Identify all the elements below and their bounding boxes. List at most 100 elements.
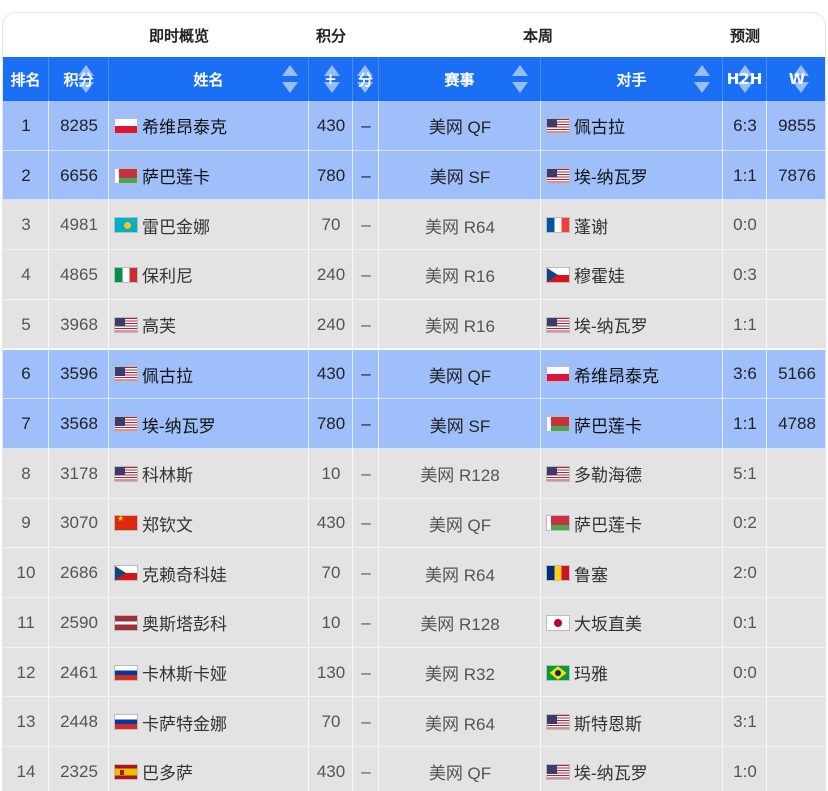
rankings-table: 即时概览 积分 本周 预测 排名 积分 姓名 + 分 赛事 对手 H2H W 1… bbox=[2, 12, 826, 791]
column-header-h2h[interactable]: H2H bbox=[723, 57, 767, 101]
cell-name: 高芙 bbox=[109, 300, 309, 350]
cell-sub: – bbox=[361, 513, 371, 533]
table-row[interactable]: 5 3968 高芙 240– 美网 R16 埃-纳瓦罗 1:1 bbox=[3, 299, 825, 350]
column-header-points[interactable]: 积分 bbox=[49, 57, 109, 101]
cell-opponent: 埃-纳瓦罗 bbox=[541, 747, 723, 791]
table-row[interactable]: 2 6656 萨巴莲卡 780– 美网 SF 埃-纳瓦罗 1:1 7876 bbox=[3, 150, 825, 201]
column-header-name[interactable]: 姓名 bbox=[109, 57, 309, 101]
player-name[interactable]: 高芙 bbox=[142, 312, 176, 337]
cell-w bbox=[767, 548, 825, 598]
cell-h2h: 0:1 bbox=[733, 612, 757, 632]
table-row[interactable]: 7 3568 埃-纳瓦罗 780– 美网 SF 萨巴莲卡 1:1 4788 bbox=[3, 399, 825, 449]
group-header-forecast: 预测 bbox=[729, 26, 760, 45]
cn-flag-icon bbox=[114, 515, 138, 532]
player-name[interactable]: 萨巴莲卡 bbox=[142, 163, 210, 188]
cell-w bbox=[767, 449, 825, 499]
table-row[interactable]: 9 3070 郑钦文 430– 美网 QF 萨巴莲卡 0:2 bbox=[3, 498, 825, 549]
us-flag-icon bbox=[114, 416, 138, 433]
table-row[interactable]: 4 4865 保利尼 240– 美网 R16 穆霍娃 0:3 bbox=[3, 250, 825, 300]
cell-change: 10 bbox=[321, 612, 341, 632]
cell-opponent: 萨巴莲卡 bbox=[541, 499, 723, 549]
sort-arrows-icon[interactable] bbox=[282, 63, 298, 95]
cell-opponent: 穆霍娃 bbox=[541, 250, 723, 300]
opponent-name: 多勒海德 bbox=[574, 466, 642, 486]
player-name[interactable]: 佩古拉 bbox=[142, 362, 193, 387]
cell-name: 希维昂泰克 bbox=[109, 101, 309, 151]
cell-name: 克赖奇科娃 bbox=[109, 548, 309, 598]
cell-change: 70 bbox=[321, 712, 341, 732]
sort-arrows-icon[interactable] bbox=[694, 63, 710, 95]
cell-sub: – bbox=[361, 264, 371, 284]
player-name[interactable]: 科林斯 bbox=[142, 461, 193, 486]
cell-sub: – bbox=[361, 463, 371, 483]
opponent-name: 萨巴莲卡 bbox=[574, 515, 642, 535]
us-flag-icon bbox=[114, 316, 138, 333]
cell-h2h: 2:0 bbox=[733, 563, 757, 583]
cell-change: 430 bbox=[316, 761, 346, 781]
cell-change: 70 bbox=[321, 563, 341, 583]
cell-name: 科林斯 bbox=[109, 449, 309, 499]
cell-rank: 10 bbox=[16, 563, 36, 583]
group-header-points: 积分 bbox=[315, 26, 346, 45]
cell-opponent: 斯特恩斯 bbox=[541, 697, 723, 747]
player-name[interactable]: 卡林斯卡娅 bbox=[142, 660, 227, 685]
table-row[interactable]: 14 2325 巴多萨 430– 美网 QF 埃-纳瓦罗 1:0 bbox=[3, 747, 825, 791]
cell-points: 2325 bbox=[60, 761, 98, 781]
cell-rank: 3 bbox=[21, 215, 31, 235]
cell-opponent: 埃-纳瓦罗 bbox=[541, 300, 723, 350]
player-name[interactable]: 奥斯塔彭科 bbox=[142, 610, 227, 635]
pl-flag-icon bbox=[546, 366, 570, 383]
cell-change: 780 bbox=[316, 414, 346, 434]
cell-w: 7876 bbox=[778, 165, 816, 185]
player-name[interactable]: 雷巴金娜 bbox=[142, 213, 210, 238]
cell-h2h: 3:6 bbox=[733, 364, 757, 384]
us-flag-icon bbox=[546, 465, 570, 482]
us-flag-icon bbox=[114, 366, 138, 383]
cell-points: 3596 bbox=[60, 364, 98, 384]
cell-w bbox=[767, 200, 825, 250]
cell-tournament: 美网 R64 bbox=[425, 565, 495, 585]
opponent-name: 斯特恩斯 bbox=[574, 714, 642, 734]
table-row[interactable]: 10 2686 克赖奇科娃 70– 美网 R64 鲁塞 2:0 bbox=[3, 548, 825, 598]
opponent-name: 埃-纳瓦罗 bbox=[574, 764, 648, 784]
column-header-opponent[interactable]: 对手 bbox=[541, 57, 723, 101]
table-row[interactable]: 1 8285 希维昂泰克 430– 美网 QF 佩古拉 6:3 9855 bbox=[3, 101, 825, 151]
sort-arrows-icon[interactable] bbox=[512, 63, 528, 95]
table-row[interactable]: 11 2590 奥斯塔彭科 10– 美网 R128 大坂直美 0:1 bbox=[3, 598, 825, 648]
player-name[interactable]: 希维昂泰克 bbox=[142, 113, 227, 138]
table-row[interactable]: 8 3178 科林斯 10– 美网 R128 多勒海德 5:1 bbox=[3, 448, 825, 499]
table-row[interactable]: 13 2448 卡萨特金娜 70– 美网 R64 斯特恩斯 3:1 bbox=[3, 697, 825, 748]
cell-rank: 4 bbox=[21, 264, 31, 284]
us-flag-icon bbox=[546, 117, 570, 134]
cell-w bbox=[767, 648, 825, 698]
player-name[interactable]: 克赖奇科娃 bbox=[142, 561, 227, 586]
by-flag-icon bbox=[546, 515, 570, 532]
group-header-overview: 即时概览 bbox=[148, 26, 209, 45]
us-flag-icon bbox=[546, 167, 570, 184]
cell-points: 3178 bbox=[60, 463, 98, 483]
cell-rank: 13 bbox=[16, 712, 36, 732]
column-header-rank[interactable]: 排名 bbox=[3, 57, 49, 101]
table-row[interactable]: 6 3596 佩古拉 430– 美网 QF 希维昂泰克 3:6 5166 bbox=[3, 349, 825, 400]
player-name[interactable]: 巴多萨 bbox=[142, 759, 193, 784]
cell-tournament: 美网 QF bbox=[428, 515, 492, 535]
opponent-name: 大坂直美 bbox=[574, 615, 642, 635]
cell-rank: 14 bbox=[16, 761, 36, 781]
cell-points: 4865 bbox=[60, 264, 98, 284]
ru-flag-icon bbox=[114, 664, 138, 681]
cell-sub: – bbox=[361, 314, 371, 334]
table-row[interactable]: 3 4981 雷巴金娜 70– 美网 R64 蓬谢 0:0 bbox=[3, 200, 825, 251]
player-name[interactable]: 保利尼 bbox=[142, 262, 193, 287]
column-header-tournament[interactable]: 赛事 bbox=[379, 57, 541, 101]
player-name[interactable]: 卡萨特金娜 bbox=[142, 710, 227, 735]
opponent-name: 埃-纳瓦罗 bbox=[574, 317, 648, 337]
cell-h2h: 0:2 bbox=[733, 513, 757, 533]
player-name[interactable]: 郑钦文 bbox=[142, 511, 193, 536]
player-name[interactable]: 埃-纳瓦罗 bbox=[142, 412, 216, 437]
column-header-sub[interactable]: 分 bbox=[353, 57, 379, 101]
cell-tournament: 美网 R64 bbox=[425, 714, 495, 734]
table-row[interactable]: 12 2461 卡林斯卡娅 130– 美网 R32 玛雅 0:0 bbox=[3, 647, 825, 698]
column-header-w[interactable]: W bbox=[767, 57, 825, 101]
column-header-change[interactable]: + bbox=[309, 57, 353, 101]
cz-flag-icon bbox=[546, 266, 570, 283]
